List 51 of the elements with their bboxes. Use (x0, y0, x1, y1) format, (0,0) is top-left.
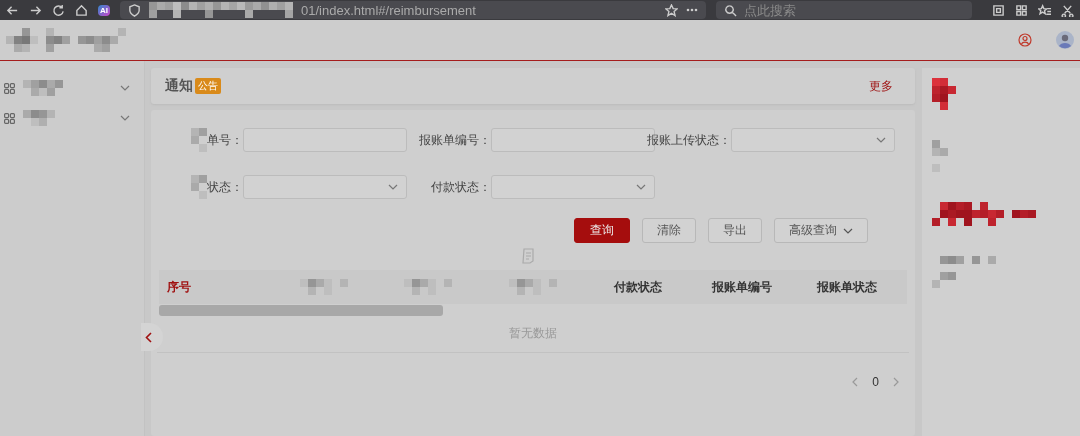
extension-icon[interactable] (992, 3, 1005, 17)
chevron-left-icon (145, 331, 152, 343)
field-label: 状态： (207, 178, 243, 196)
grid-icon (4, 82, 15, 94)
url-text: 01/index.html#/reimbursement (301, 2, 476, 18)
address-bar[interactable]: 01/index.html#/reimbursement (120, 1, 706, 19)
column-header: 序号 (167, 278, 191, 296)
select-field[interactable] (731, 128, 895, 152)
pixelated-mosaic (509, 279, 557, 295)
ai-badge[interactable]: AI (98, 4, 110, 16)
favorites-icon[interactable] (1038, 3, 1051, 17)
field-label: 付款状态： (431, 178, 491, 196)
pixelated-mosaic (932, 78, 956, 110)
home-icon[interactable] (75, 3, 88, 17)
select-field[interactable] (491, 175, 655, 199)
pixelated-mosaic (932, 140, 948, 172)
column-header: 报账单编号 (712, 278, 773, 296)
star-icon[interactable] (665, 3, 678, 17)
avatar-icon[interactable] (1056, 31, 1074, 49)
action-button[interactable]: 清除 (642, 218, 696, 243)
pixelated-mosaic (23, 110, 55, 126)
dropdown-button[interactable]: 高级查询 (774, 218, 868, 243)
field-label: 报账单编号： (419, 131, 491, 149)
field-label: 报账上传状态： (647, 131, 731, 149)
pixelated-mosaic (23, 80, 63, 96)
user-circle-icon[interactable] (1018, 33, 1032, 47)
chevron-down-icon (843, 227, 853, 234)
action-button[interactable]: 查询 (574, 218, 630, 243)
select-field[interactable] (243, 175, 407, 199)
scrollbar[interactable] (159, 305, 443, 316)
page-number[interactable]: 0 (872, 375, 879, 389)
shield-icon[interactable] (128, 3, 141, 17)
collapse-button[interactable] (141, 323, 163, 351)
notice-badge: 公告 (195, 78, 221, 94)
scissors-icon[interactable] (1061, 3, 1074, 17)
search-icon[interactable] (724, 4, 737, 17)
search-field[interactable]: 点此搜索 (716, 1, 972, 19)
reload-icon[interactable] (52, 3, 65, 17)
field-label: 单号： (207, 131, 243, 149)
column-header: 报账单状态 (816, 278, 877, 296)
notice-title: 通知 (165, 77, 193, 95)
pixelated-mosaic (404, 279, 453, 295)
grid-icon[interactable] (1015, 3, 1028, 17)
pixelated-mosaic (932, 256, 996, 288)
more-link[interactable]: 更多 (869, 77, 893, 95)
grid-icon (4, 112, 15, 124)
pixelated-mosaic (299, 279, 348, 295)
action-button[interactable]: 导出 (708, 218, 762, 243)
document-icon (521, 248, 535, 264)
column-header: 付款状态 (613, 278, 662, 296)
more-icon[interactable] (686, 8, 698, 12)
